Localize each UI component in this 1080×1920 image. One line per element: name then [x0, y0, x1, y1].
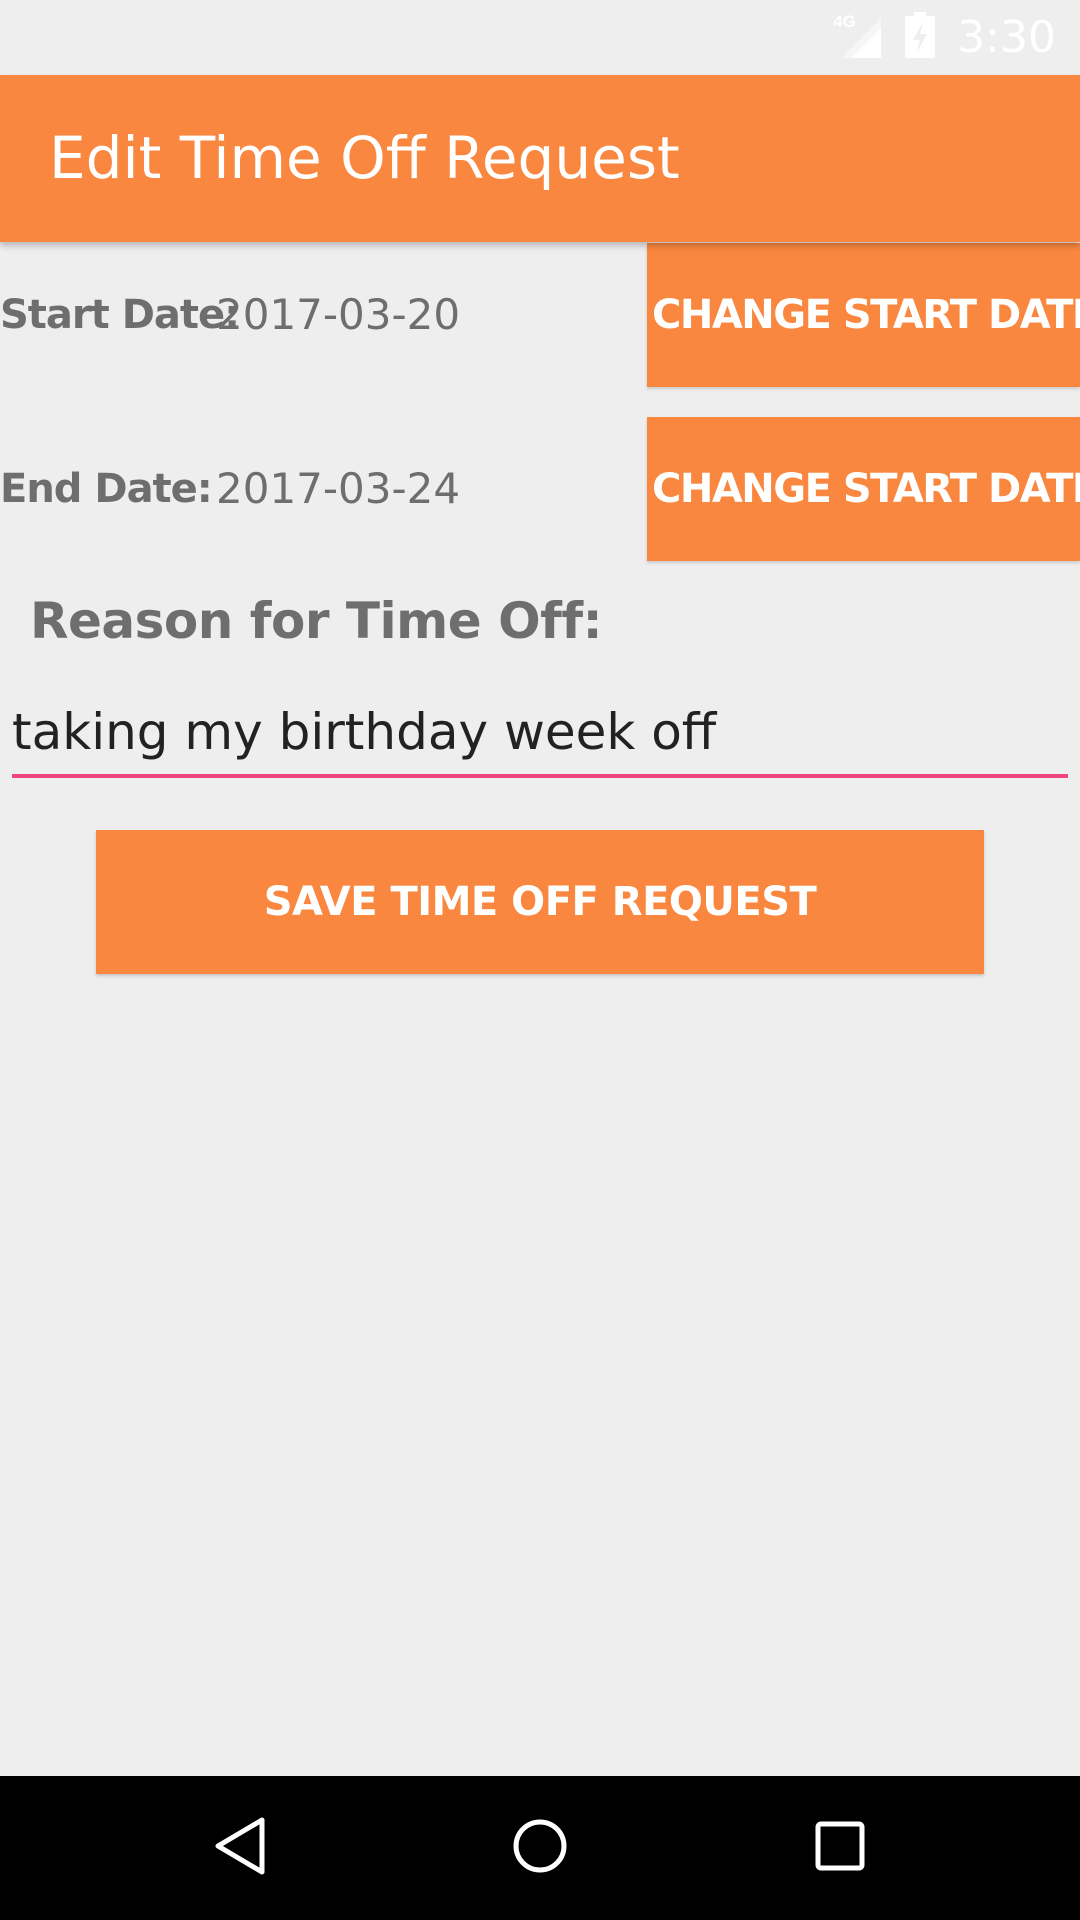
start-date-value: 2017-03-20: [216, 290, 461, 339]
home-button[interactable]: [460, 1776, 620, 1920]
cell-signal-icon: 4G: [833, 12, 883, 60]
start-date-row: Start Date: 2017-03-20 CHANGE START DATE: [0, 243, 1080, 387]
status-icons: 4G 3:30: [833, 0, 1056, 75]
change-end-date-button[interactable]: CHANGE START DATE: [647, 417, 1080, 561]
end-date-label: End Date:: [0, 466, 213, 512]
back-button[interactable]: [160, 1776, 320, 1920]
reason-heading: Reason for Time Off:: [30, 592, 603, 650]
recents-icon: [812, 1818, 868, 1879]
end-date-row: End Date: 2017-03-24 CHANGE START DATE: [0, 417, 1080, 561]
status-bar: 4G 3:30: [0, 0, 1080, 75]
save-time-off-request-button[interactable]: SAVE TIME OFF REQUEST: [96, 830, 984, 974]
reason-input[interactable]: [12, 690, 1068, 778]
home-icon: [510, 1816, 570, 1881]
end-date-value: 2017-03-24: [216, 464, 461, 513]
screen: 4G 3:30 Edit Time Off Request Start Date…: [0, 0, 1080, 1920]
start-date-label: Start Date:: [0, 292, 240, 338]
change-start-date-button[interactable]: CHANGE START DATE: [647, 243, 1080, 387]
page-title: Edit Time Off Request: [49, 124, 680, 192]
clock: 3:30: [957, 12, 1056, 63]
app-bar: Edit Time Off Request: [0, 75, 1080, 242]
back-icon: [212, 1816, 268, 1881]
navigation-bar: [0, 1776, 1080, 1920]
battery-icon: [905, 12, 936, 63]
recents-button[interactable]: [760, 1776, 920, 1920]
